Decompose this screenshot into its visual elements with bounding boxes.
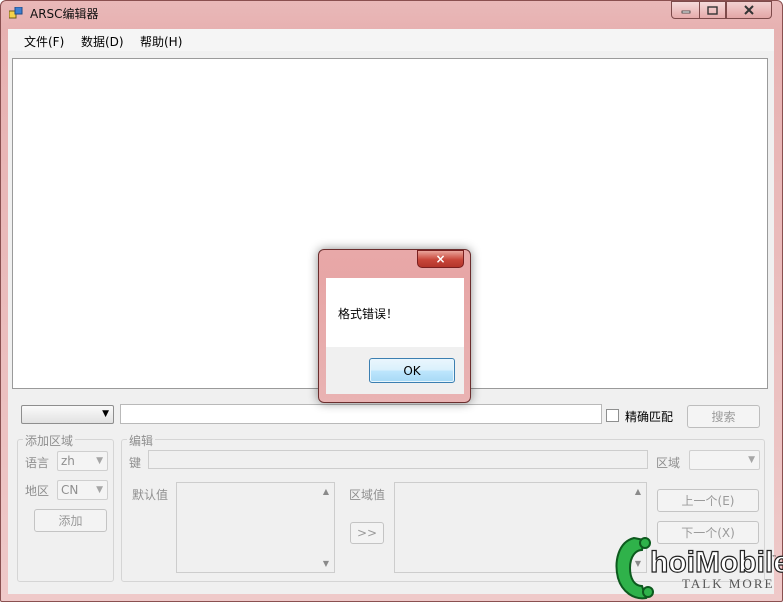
menu-data[interactable]: 数据(D) [81,33,124,50]
area-select[interactable]: ▼ [689,450,760,470]
key-label: 键 [129,456,142,470]
choimobile-watermark-logo: hoiMobile ™ TALK MORE [615,536,783,600]
minimize-button[interactable] [671,1,700,19]
chevron-down-icon: ▼ [96,456,103,466]
maximize-button[interactable] [699,1,726,19]
logo-tm-mark: ™ [770,554,777,562]
region-select[interactable]: CN ▼ [57,480,108,500]
exact-match-checkbox[interactable] [606,409,619,422]
exact-match-label: 精确匹配 [625,410,674,424]
area-value-field[interactable]: ▲ ▼ [394,482,647,573]
filter-combo[interactable]: ▼ [21,405,114,424]
key-field[interactable] [148,450,648,469]
default-value-label: 默认值 [132,488,169,502]
scroll-up-icon[interactable]: ▲ [323,487,329,496]
previous-button[interactable]: 上一个(E) [657,489,759,512]
maximize-icon [700,2,725,18]
region-value: CN [61,483,79,497]
minimize-icon [672,2,699,18]
chevron-down-icon: ▼ [96,485,103,495]
edit-title: 编辑 [127,432,156,449]
menu-help[interactable]: 帮助(H) [140,33,182,50]
window-title: ARSC编辑器 [30,7,99,21]
add-area-title: 添加区域 [23,432,76,449]
menu-file[interactable]: 文件(F) [24,33,64,50]
dialog-message: 格式错误！ [338,307,399,321]
copy-value-button[interactable]: >> [350,522,384,544]
chevron-down-icon: ▼ [102,409,109,419]
ok-button[interactable]: OK [369,358,455,383]
default-value-field[interactable]: ▲ ▼ [176,482,335,573]
region-label: 地区 [25,484,50,498]
logo-tagline: TALK MORE [682,576,774,591]
area-label: 区域 [656,456,681,470]
app-icon [9,7,23,19]
search-button[interactable]: 搜索 [687,405,760,428]
close-icon: × [435,252,446,266]
scroll-down-icon[interactable]: ▼ [323,559,329,568]
dialog-close-button[interactable]: × [417,250,464,268]
close-icon [727,2,771,18]
chevron-down-icon: ▼ [748,455,755,465]
search-input[interactable] [120,404,602,424]
logo-brand-text: hoiMobile [650,546,783,579]
add-button[interactable]: 添加 [34,509,107,532]
scroll-up-icon[interactable]: ▲ [635,487,641,496]
language-value: zh [61,454,75,468]
area-value-label: 区域值 [349,488,386,502]
language-label: 语言 [25,456,50,470]
language-select[interactable]: zh ▼ [57,451,108,471]
close-window-button[interactable] [726,1,772,19]
